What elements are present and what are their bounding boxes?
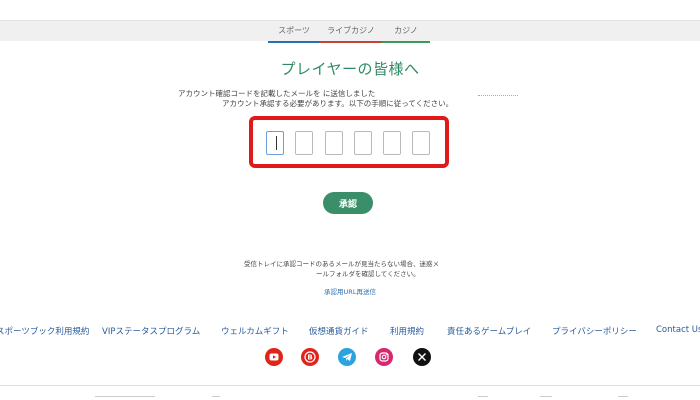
code-digit-1[interactable] — [266, 131, 284, 155]
footer-divider — [0, 385, 700, 386]
telegram-icon[interactable] — [338, 348, 356, 366]
text-caret — [276, 136, 277, 150]
bottom-placeholder-3 — [478, 396, 488, 397]
masked-email-dots — [478, 95, 518, 99]
b-logo-icon[interactable]: B — [301, 348, 319, 366]
bottom-placeholder-1 — [95, 396, 155, 397]
resend-url-link[interactable]: 承認用URL再送信 — [0, 286, 700, 296]
footer-link-contact-us[interactable]: Contact Us — [656, 325, 700, 335]
bottom-placeholder-4 — [540, 396, 552, 397]
top-nav-bar: スポーツ ライブカジノ カジノ — [0, 20, 700, 43]
svg-text:B: B — [307, 354, 312, 362]
code-digit-2[interactable] — [295, 131, 313, 155]
approve-button[interactable]: 承認 — [323, 192, 373, 214]
youtube-icon[interactable] — [265, 348, 283, 366]
code-digit-4[interactable] — [354, 131, 372, 155]
tab-sports[interactable]: スポーツ — [268, 25, 320, 43]
tab-live-casino[interactable]: ライブカジノ — [320, 25, 382, 43]
code-digit-5[interactable] — [383, 131, 401, 155]
bottom-placeholder-2 — [212, 396, 220, 397]
instagram-icon[interactable] — [375, 348, 393, 366]
footer-link-welcome-gift[interactable]: ウェルカムギフト — [221, 325, 289, 337]
spam-note-line-2: ールフォルダを確認してください。 — [316, 270, 420, 278]
page-title: プレイヤーの皆様へ — [280, 60, 420, 78]
footer-link-sportsbook-terms[interactable]: スポーツブック利用規約 — [0, 325, 89, 337]
spam-note-line-1: 受信トレイに承認コードのあるメールが見当たらない場合、迷惑メ — [244, 260, 439, 268]
message-line-2: アカウント承認する必要があります。以下の手順に従ってください。 — [222, 99, 454, 108]
bottom-placeholder-5 — [618, 396, 628, 397]
footer-link-responsible-gaming[interactable]: 責任あるゲームプレイ — [447, 325, 531, 337]
footer-link-privacy-policy[interactable]: プライバシーポリシー — [552, 325, 637, 337]
footer-links: スポーツブック利用規約 VIPステータスプログラム ウェルカムギフト 仮想通貨ガ… — [0, 325, 700, 337]
x-icon[interactable] — [413, 348, 431, 366]
code-digit-3[interactable] — [325, 131, 343, 155]
footer-link-crypto-guide[interactable]: 仮想通貨ガイド — [309, 325, 369, 337]
footer-link-terms[interactable]: 利用規約 — [390, 325, 424, 337]
bottom-strip — [0, 392, 700, 400]
tab-casino[interactable]: カジノ — [382, 25, 430, 43]
footer-link-vip-program[interactable]: VIPステータスプログラム — [102, 325, 200, 337]
code-digit-6[interactable] — [412, 131, 430, 155]
